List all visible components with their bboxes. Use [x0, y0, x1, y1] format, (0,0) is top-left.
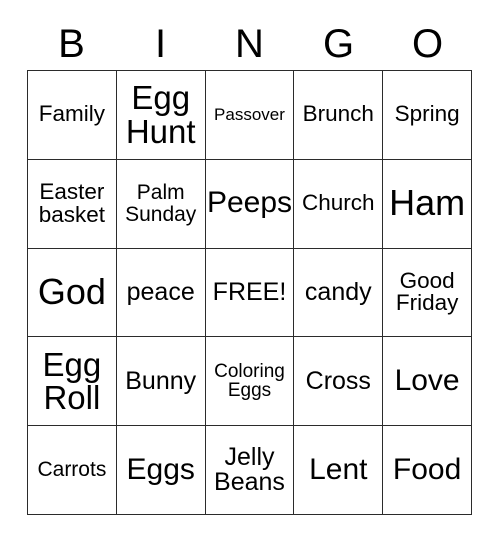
- bingo-cell[interactable]: God: [28, 248, 117, 338]
- bingo-cell[interactable]: Bunny: [116, 337, 206, 427]
- bingo-grid: Family Egg Hunt Passover Brunch Spring E…: [27, 70, 472, 515]
- bingo-cell-label: Easter basket: [38, 178, 106, 227]
- bingo-cell[interactable]: Egg Roll: [28, 337, 117, 427]
- bingo-header-letter-i: I: [154, 22, 167, 66]
- bingo-cell-label: Cross: [305, 366, 371, 395]
- bingo-cell-label: peace: [126, 277, 195, 306]
- bingo-cell-label: Egg Hunt: [125, 79, 196, 150]
- bingo-cell-label: Passover: [214, 105, 285, 125]
- bingo-cell-label: Church: [302, 190, 375, 216]
- bingo-cell[interactable]: peace: [116, 248, 206, 338]
- bingo-cell[interactable]: Church: [294, 159, 384, 249]
- bingo-cell[interactable]: Easter basket: [28, 159, 117, 249]
- bingo-cell-label: Jelly Beans: [214, 442, 285, 497]
- bingo-cell[interactable]: Food: [383, 426, 472, 515]
- bingo-card: B I N G O Family Egg Hunt Passover Brunc…: [0, 0, 500, 544]
- bingo-cell[interactable]: Spring: [383, 71, 472, 160]
- bingo-cell-label: God: [37, 271, 106, 313]
- bingo-cell-label: candy: [304, 277, 372, 306]
- bingo-free-space-label: FREE!: [212, 277, 287, 306]
- bingo-cell-label: Spring: [394, 101, 460, 127]
- bingo-header-letter-b: B: [58, 22, 85, 66]
- bingo-cell-label: Bunny: [125, 366, 197, 395]
- bingo-cell[interactable]: Peeps: [205, 159, 295, 249]
- bingo-cell[interactable]: Jelly Beans: [205, 426, 295, 515]
- bingo-free-space-cell[interactable]: FREE!: [205, 248, 295, 338]
- bingo-cell[interactable]: Carrots: [28, 426, 117, 515]
- bingo-cell-label: Good Friday: [395, 267, 459, 316]
- bingo-cell[interactable]: Good Friday: [383, 248, 472, 338]
- bingo-cell-label: Family: [38, 101, 106, 127]
- bingo-cell-label: Lent: [309, 452, 368, 486]
- bingo-cell-label: Food: [392, 452, 462, 486]
- bingo-cell[interactable]: Eggs: [116, 426, 206, 515]
- bingo-header-letter-o: O: [411, 22, 444, 66]
- bingo-cell[interactable]: Brunch: [294, 71, 384, 160]
- bingo-cell[interactable]: Cross: [294, 337, 384, 427]
- bingo-cell[interactable]: Coloring Eggs: [205, 337, 295, 427]
- bingo-cell-label: Palm Sunday: [125, 181, 197, 226]
- bingo-cell-label: Peeps: [206, 186, 293, 220]
- bingo-cell-label: Ham: [389, 182, 466, 224]
- bingo-header-letter-n: N: [235, 22, 264, 66]
- bingo-cell[interactable]: Ham: [383, 159, 472, 249]
- bingo-cell-label: Egg Roll: [42, 345, 102, 417]
- bingo-cell[interactable]: Palm Sunday: [116, 159, 206, 249]
- bingo-header-row: B I N G O: [27, 18, 472, 70]
- bingo-cell[interactable]: Egg Hunt: [116, 71, 206, 160]
- bingo-cell[interactable]: Family: [28, 71, 117, 160]
- bingo-cell[interactable]: candy: [294, 248, 384, 338]
- bingo-cell-label: Coloring Eggs: [214, 360, 285, 402]
- bingo-cell-label: Brunch: [302, 101, 374, 127]
- bingo-cell[interactable]: Lent: [294, 426, 384, 515]
- bingo-cell[interactable]: Passover: [205, 71, 295, 160]
- bingo-cell-label: Eggs: [126, 452, 195, 486]
- bingo-cell-label: Love: [394, 363, 460, 397]
- bingo-cell-label: Carrots: [37, 458, 107, 482]
- bingo-header-letter-g: G: [322, 22, 355, 66]
- bingo-cell[interactable]: Love: [383, 337, 472, 427]
